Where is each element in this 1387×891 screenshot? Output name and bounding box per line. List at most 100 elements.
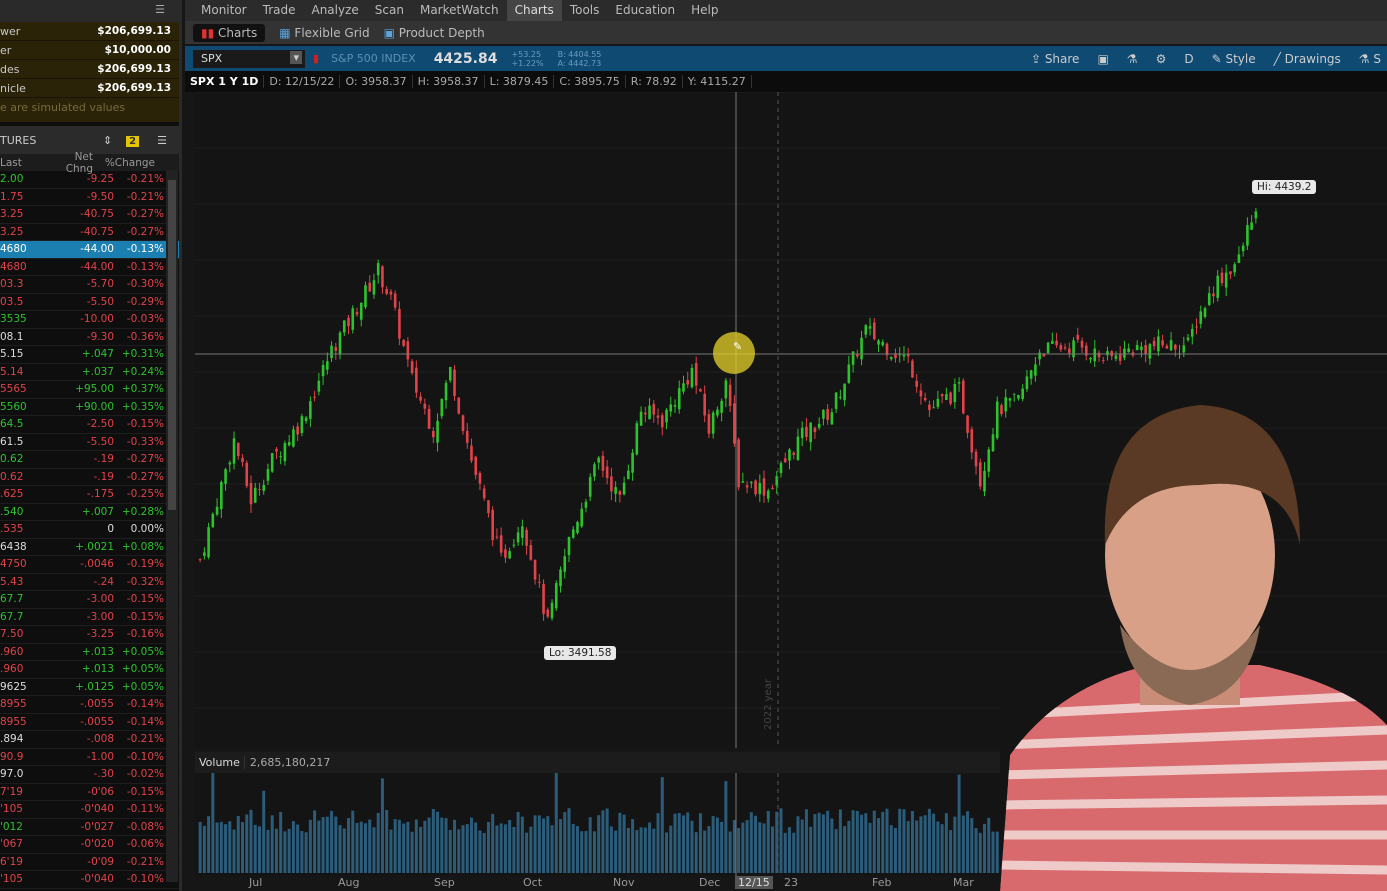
col-last[interactable]: Last: [0, 157, 50, 169]
watchlist-row[interactable]: 90.9 -1.00 -0.10%: [0, 749, 179, 766]
pct-change-cell: -0.27%: [126, 470, 164, 483]
watchlist-row[interactable]: 6'19 -0'09 -0.21%: [0, 854, 179, 871]
nav-charts[interactable]: Charts: [506, 0, 562, 21]
studies-icon[interactable]: ⚗ S: [1359, 52, 1381, 66]
sort-icon[interactable]: ⇕: [103, 134, 112, 147]
watchlist-row[interactable]: 9625 +.0125 +0.05%: [0, 679, 179, 696]
watchlist-row[interactable]: '012 -0'027 -0.08%: [0, 819, 179, 836]
watchlist-row[interactable]: 67.7 -3.00 -0.15%: [0, 609, 179, 626]
nav-analyze[interactable]: Analyze: [303, 0, 366, 21]
watchlist-row[interactable]: 1.75 -9.50 -0.21%: [0, 189, 179, 206]
drawings-button[interactable]: ╱ Drawings: [1274, 52, 1341, 66]
watchlist-row[interactable]: .960 +.013 +0.05%: [0, 661, 179, 679]
volume-bar: [431, 808, 435, 873]
watchlist-row[interactable]: 7.50 -3.25 -0.16%: [0, 626, 179, 644]
pct-change-cell: -0.15%: [126, 610, 164, 623]
tab-product-depth[interactable]: ▣ Product Depth: [384, 26, 485, 40]
net-chng-cell: -0'040: [80, 873, 114, 886]
watchlist-row[interactable]: .535 0 0.00%: [0, 521, 179, 539]
watchlist-row[interactable]: 67.7 -3.00 -0.15%: [0, 591, 179, 609]
tab-charts[interactable]: ▮▮ Charts: [193, 23, 266, 42]
link-badge[interactable]: 2: [126, 135, 140, 147]
volume-bar: [457, 829, 461, 873]
volume-bar: [639, 827, 643, 873]
watchlist-row[interactable]: 5.15 +.047 +0.31%: [0, 346, 179, 364]
watchlist-row[interactable]: 0.62 -.19 -0.27%: [0, 451, 179, 469]
nav-scan[interactable]: Scan: [367, 0, 412, 21]
watchlist-row[interactable]: 4750 -.0046 -0.19%: [0, 556, 179, 574]
watchlist-row[interactable]: 2.00 -9.25 -0.21%: [0, 171, 179, 189]
candle-body: [317, 380, 321, 392]
watchlist-row[interactable]: '067 -0'020 -0.06%: [0, 836, 179, 854]
candle-body: [359, 302, 363, 320]
symbol-input[interactable]: SPX: [193, 49, 305, 68]
candle-body: [987, 449, 991, 472]
flag-icon[interactable]: ▮: [313, 52, 319, 65]
watchlist-row[interactable]: 5565 +95.00 +0.37%: [0, 381, 179, 399]
volume-bar: [771, 826, 775, 873]
volume-bar: [363, 823, 367, 873]
style-button[interactable]: ✎ Style: [1212, 52, 1256, 66]
col-net-chng[interactable]: Net Chng: [50, 151, 95, 175]
nav-help[interactable]: Help: [683, 0, 726, 21]
tab-flexible-grid[interactable]: ▦ Flexible Grid: [279, 26, 369, 40]
volume-bar: [860, 814, 864, 873]
watchlist-row[interactable]: 6438 +.0021 +0.08%: [0, 539, 179, 556]
watchlist-row[interactable]: 3535 -10.00 -0.03%: [0, 311, 179, 329]
watchlist-scrollbar[interactable]: [166, 170, 178, 882]
snapshot-icon[interactable]: ▣: [1097, 52, 1108, 66]
watchlist-row[interactable]: 3.25 -40.75 -0.27%: [0, 206, 179, 224]
watchlist-row[interactable]: 4680 -44.00 -0.13%: [0, 241, 179, 259]
candle-body: [754, 480, 757, 495]
pct-change-cell: -0.21%: [126, 733, 164, 746]
period-button[interactable]: D: [1184, 52, 1193, 66]
watchlist-row[interactable]: 7'19 -0'06 -0.15%: [0, 784, 179, 801]
watchlist-row[interactable]: 0.62 -.19 -0.27%: [0, 469, 179, 486]
watchlist-row[interactable]: '105 -0'040 -0.10%: [0, 871, 179, 889]
watchlist-row[interactable]: '105 -0'040 -0.11%: [0, 801, 179, 819]
volume-bar: [546, 816, 550, 873]
watchlist-row[interactable]: .540 +.007 +0.28%: [0, 504, 179, 521]
gear-icon[interactable]: ⚙: [1156, 52, 1167, 66]
watchlist-row[interactable]: 5560 +90.00 +0.35%: [0, 399, 179, 416]
watchlist-row[interactable]: 08.1 -9.30 -0.36%: [0, 329, 179, 346]
studies-flask-icon[interactable]: ⚗: [1127, 52, 1138, 66]
watchlist-row[interactable]: 64.5 -2.50 -0.15%: [0, 416, 179, 434]
watchlist-row[interactable]: 3.25 -40.75 -0.27%: [0, 224, 179, 241]
watchlist-row[interactable]: 8955 -.0055 -0.14%: [0, 696, 179, 714]
last-cell: 64.5: [0, 418, 24, 431]
watchlist-row[interactable]: 03.5 -5.50 -0.29%: [0, 294, 179, 311]
volume-bar: [885, 808, 889, 873]
nav-monitor[interactable]: Monitor: [193, 0, 255, 21]
nav-trade[interactable]: Trade: [255, 0, 304, 21]
watchlist-row[interactable]: 03.3 -5.70 -0.30%: [0, 276, 179, 294]
watchlist-row[interactable]: 97.0 -.30 -0.02%: [0, 766, 179, 784]
share-button[interactable]: ⇪ Share: [1031, 52, 1080, 66]
col-pct-change[interactable]: %Change: [95, 157, 155, 169]
watchlist-row[interactable]: 8955 -.0055 -0.14%: [0, 714, 179, 731]
volume-bar: [631, 819, 635, 873]
volume-bar: [537, 815, 541, 873]
watchlist-row[interactable]: .625 -.175 -0.25%: [0, 486, 179, 504]
ohlc-field: Y: 4115.27: [683, 75, 752, 88]
menu-icon[interactable]: ☰: [157, 134, 167, 147]
nav-education[interactable]: Education: [607, 0, 683, 21]
candle-body: [720, 400, 723, 413]
watchlist-row[interactable]: 5.43 -.24 -0.32%: [0, 574, 179, 591]
watchlist-row[interactable]: 61.5 -5.50 -0.33%: [0, 434, 179, 451]
menu-icon[interactable]: ☰: [155, 3, 165, 16]
watchlist-row[interactable]: 5.14 +.037 +0.24%: [0, 364, 179, 381]
watchlist-row[interactable]: .894 -.008 -0.21%: [0, 731, 179, 749]
nav-marketwatch[interactable]: MarketWatch: [412, 0, 507, 21]
candle-body: [1123, 348, 1126, 358]
watchlist-row[interactable]: .960 +.013 +0.05%: [0, 644, 179, 661]
pct-change-cell: -0.19%: [126, 558, 164, 571]
watchlist-row[interactable]: 4680 -44.00 -0.13%: [0, 259, 179, 276]
nav-tools[interactable]: Tools: [562, 0, 608, 21]
candle-body: [809, 422, 812, 443]
ohlc-field: O: 3958.37: [340, 75, 413, 88]
pct-change: +1.22%: [511, 58, 544, 68]
candle-body: [347, 317, 350, 327]
volume-bar: [690, 820, 694, 873]
watchlist-columns: Last Net Chng %Change: [0, 151, 179, 175]
